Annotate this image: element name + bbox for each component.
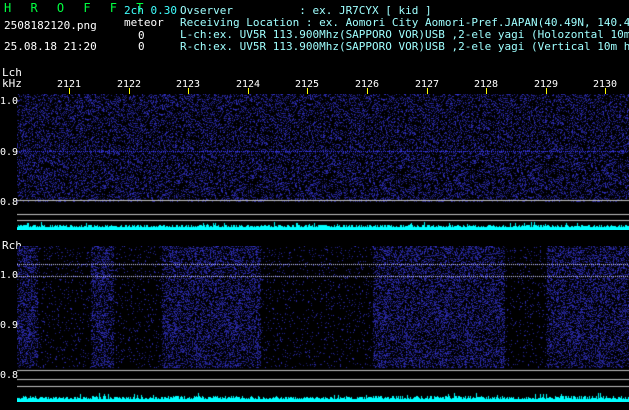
lch-ytick: 1.0 [0, 96, 19, 107]
lch-spectrogram [17, 94, 629, 230]
meteor-count-r: 0 [138, 40, 145, 53]
lch-info-line: L-ch:ex. UV5R 113.900Mhz(SAPPORO VOR)USB… [180, 29, 629, 41]
datetime-label: 25.08.18 21:20 [4, 40, 97, 53]
rch-info-line: R-ch:ex. UV5R 113.900Mhz(SAPPORO VOR)USB… [180, 41, 629, 53]
khz-label: kHz [2, 77, 22, 90]
rch-ytick: 0.8 [0, 370, 19, 381]
rch-ytick: 0.9 [0, 320, 19, 331]
rch-spectrogram [17, 246, 629, 402]
location-line: Receiving Location : ex. Aomori City Aom… [180, 16, 629, 29]
lch-ytick: 0.9 [0, 147, 19, 158]
filename-label: 2508182120.png [4, 19, 97, 32]
rch-ytick: 1.0 [0, 270, 19, 281]
meteor-label: meteor [124, 16, 164, 29]
lch-ytick: 0.8 [0, 197, 19, 208]
